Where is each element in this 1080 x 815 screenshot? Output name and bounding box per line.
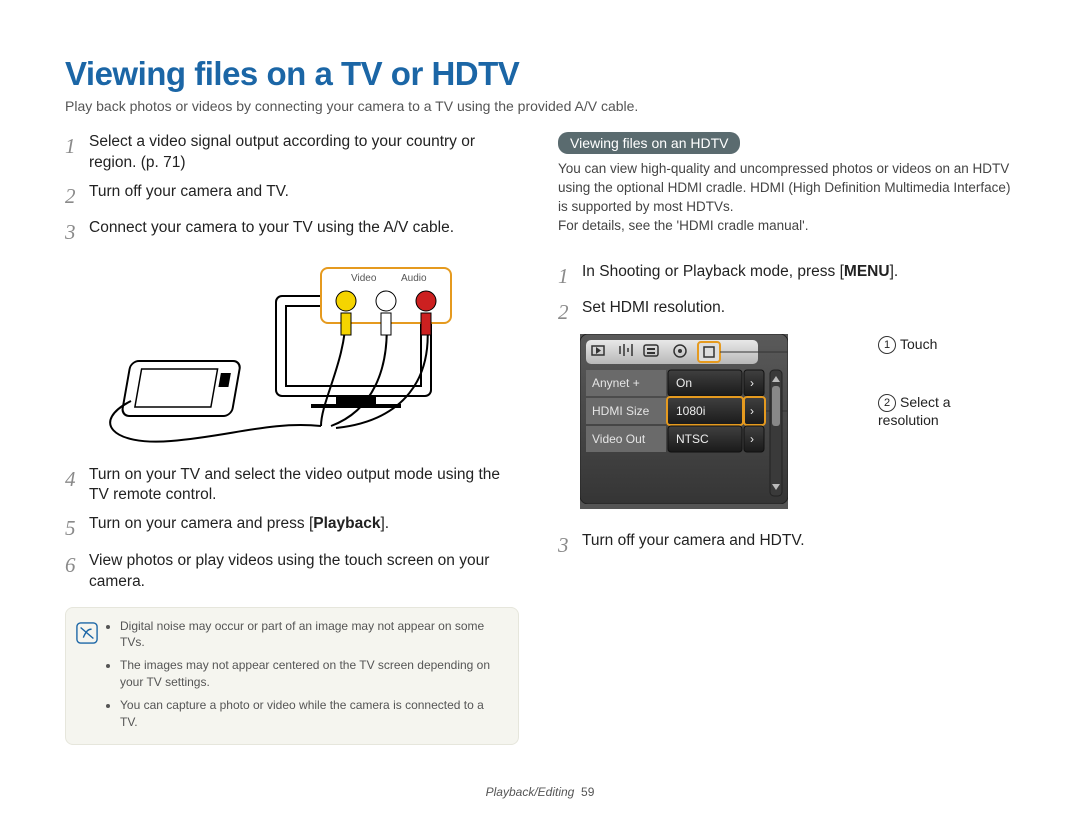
menu-row-2-label: HDMI Size [592,404,650,418]
menu-row-3-value: NTSC [676,432,709,446]
step-1: 1Select a video signal output according … [65,132,522,174]
step-6: 6View photos or play videos using the to… [65,551,522,593]
note-icon [76,622,98,644]
callout-touch: 1Touch [878,336,1015,354]
audio-label: Audio [401,273,427,284]
page-title: Viewing files on a TV or HDTV [65,55,1015,93]
svg-text:›: › [750,432,754,446]
r-step-2: 2Set HDMI resolution. [558,298,1015,326]
tip-2: The images may not appear centered on th… [120,657,504,691]
tip-box: Digital noise may occur or part of an im… [65,607,519,746]
step-2: 2Turn off your camera and TV. [65,182,522,210]
step-5: 5Turn on your camera and press [Playback… [65,514,522,542]
callout-select-resolution: 2Select a resolution [878,394,1015,428]
step-3: 3Connect your camera to your TV using th… [65,218,522,246]
menu-row-1-label: Anynet + [592,376,640,390]
r-step-1: 1In Shooting or Playback mode, press [ME… [558,262,1015,290]
tip-3: You can capture a photo or video while t… [120,697,504,731]
video-label: Video [351,273,377,284]
av-connection-diagram: Video Audio [71,261,522,451]
page-footer: Playback/Editing 59 [0,785,1080,799]
intro-text: Play back photos or videos by connecting… [65,98,1015,114]
svg-text:›: › [750,404,754,418]
menu-row-1-value: On [676,376,692,390]
camera-menu-screenshot: Anynet + On › HDMI Size 1080i › [580,334,788,509]
r-step-3: 3Turn off your camera and HDTV. [558,531,1015,559]
hdtv-heading-pill: Viewing files on an HDTV [558,132,740,154]
menu-row-3-label: Video Out [592,432,646,446]
tip-1: Digital noise may occur or part of an im… [120,618,504,652]
hdtv-paragraph: You can view high-quality and uncompress… [558,160,1015,236]
menu-row-2-value: 1080i [676,404,705,418]
svg-text:›: › [750,376,754,390]
step-4: 4Turn on your TV and select the video ou… [65,465,522,507]
